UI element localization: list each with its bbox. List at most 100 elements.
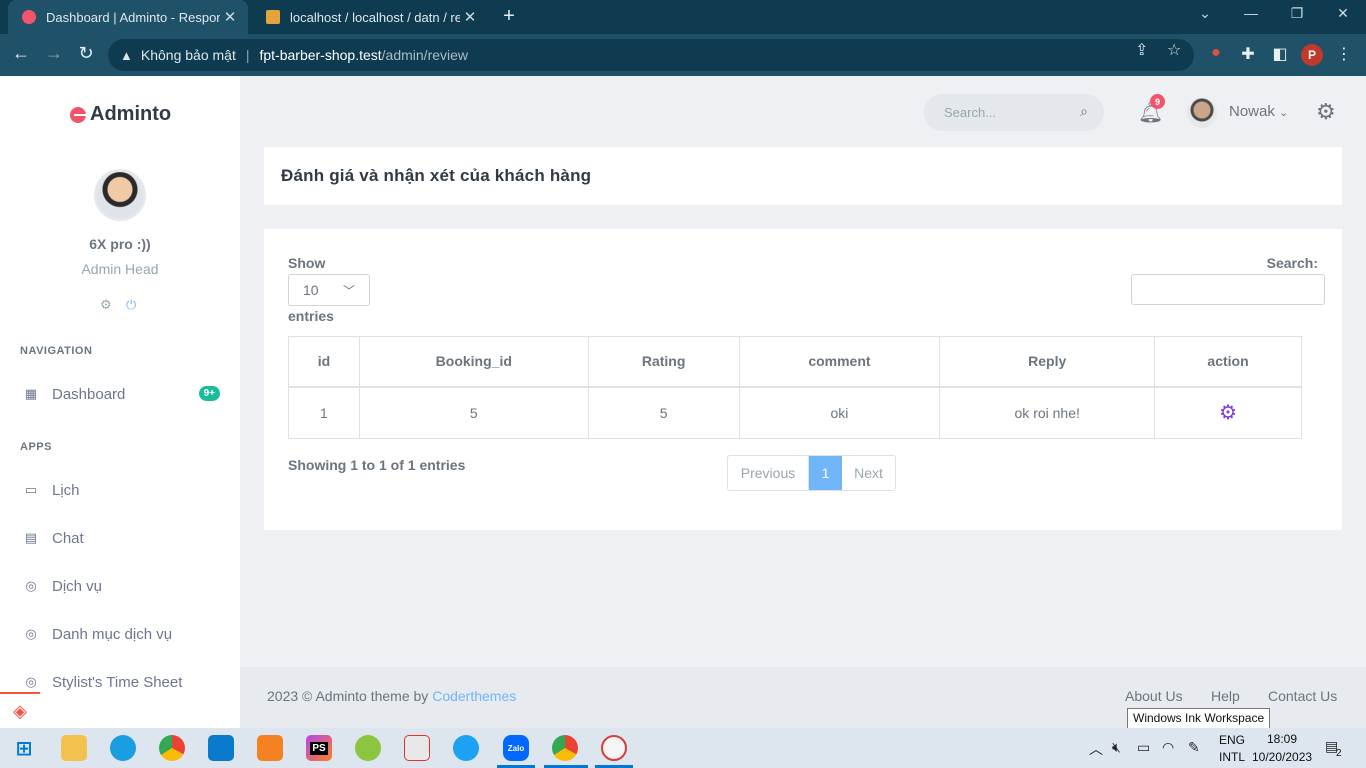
share-icon[interactable]: ⇪: [1135, 40, 1148, 60]
user-role: Admin Head: [81, 261, 159, 277]
windows-taskbar: ⊞ PS Zalo ︿ 🔇︎ ▭ ◠ ✎ ENG INTL 18:09 10/2…: [0, 728, 1366, 768]
browser-toolbar: ← → ↻ ▲ Không bảo mật | fpt-barber-shop.…: [0, 34, 1366, 76]
app-grid-icon[interactable]: [404, 735, 430, 761]
chrome-icon[interactable]: [159, 735, 185, 761]
language-code[interactable]: ENG: [1219, 733, 1245, 747]
table-search-input[interactable]: [1131, 274, 1325, 305]
menu-title-navigation: NAVIGATION: [20, 345, 93, 357]
notification-badge: 9+: [198, 386, 220, 401]
footer-link-help[interactable]: Help: [1211, 688, 1240, 704]
pagination-page-1[interactable]: 1: [809, 456, 842, 490]
cell-comment: oki: [738, 386, 941, 439]
column-header-reply[interactable]: Reply: [939, 336, 1156, 388]
column-header-comment[interactable]: comment: [738, 336, 941, 388]
column-header-action[interactable]: action: [1154, 336, 1302, 388]
entries-per-page-select[interactable]: 10 ﹀: [288, 274, 370, 306]
settings-gear-icon[interactable]: ⚙: [100, 297, 112, 313]
warning-icon: ▲: [120, 47, 133, 63]
settings-gear-icon[interactable]: ⚙: [1316, 99, 1336, 125]
calendar-icon: ▭: [24, 482, 38, 497]
back-icon[interactable]: ←: [8, 43, 34, 64]
vscode-icon[interactable]: [208, 735, 234, 761]
sidebar-item-label: Danh mục dịch vụ: [52, 625, 173, 643]
forward-icon[interactable]: →: [41, 43, 67, 64]
record-extension-icon[interactable]: ●: [1205, 44, 1227, 62]
menu-dots-icon[interactable]: ⋮: [1333, 44, 1355, 64]
file-explorer-icon[interactable]: [61, 735, 87, 761]
phpstorm-icon[interactable]: PS: [306, 735, 332, 761]
sidebar-item-services[interactable]: ◎ Dịch vụ: [20, 572, 230, 600]
pagination-previous[interactable]: Previous: [728, 456, 809, 490]
chrome-profile-icon[interactable]: [552, 735, 578, 761]
broadcast-icon: ◎: [25, 674, 37, 689]
profile-avatar[interactable]: P: [1301, 44, 1323, 66]
page-title: Đánh giá và nhận xét của khách hàng: [281, 166, 592, 185]
chat-icon: ▤: [24, 530, 38, 545]
sidebar-item-service-categories[interactable]: ◎ Danh mục dịch vụ: [20, 620, 230, 648]
edge-icon[interactable]: [110, 735, 136, 761]
tab-dashboard[interactable]: Dashboard | Adminto - Responsi ✕: [8, 0, 248, 34]
snipping-tool-icon[interactable]: [601, 735, 627, 761]
pagination-next[interactable]: Next: [842, 456, 895, 490]
cell-reply: ok roi nhe!: [939, 386, 1156, 439]
sidebar-item-dashboard[interactable]: ▦ Dashboard 9+: [20, 380, 230, 408]
new-tab-icon[interactable]: +: [498, 5, 520, 28]
side-panel-icon[interactable]: ◧: [1269, 44, 1291, 64]
sidebar-item-stylist-timesheet[interactable]: ◎ Stylist's Time Sheet: [20, 668, 230, 696]
wifi-icon[interactable]: ◠: [1162, 739, 1174, 756]
top-search-input[interactable]: Search... ⌕: [924, 94, 1104, 131]
cell-rating: 5: [587, 386, 740, 439]
windows-ink-pen-icon[interactable]: ✎: [1188, 739, 1200, 756]
battery-icon[interactable]: ▭: [1137, 739, 1150, 756]
table-header-row: id Booking_id Rating comment Reply actio…: [288, 336, 1302, 388]
adminto-favicon-icon: [22, 10, 36, 24]
app-blue-icon[interactable]: [453, 735, 479, 761]
clock-time[interactable]: 18:09: [1267, 732, 1297, 746]
keyboard-layout[interactable]: INTL: [1219, 750, 1245, 764]
cell-booking-id: 5: [358, 386, 589, 439]
tooltip: Windows Ink Workspace: [1127, 708, 1271, 729]
search-placeholder: Search...: [944, 105, 997, 120]
tab-phpmyadmin[interactable]: localhost / localhost / datn / rev ✕: [252, 0, 488, 34]
footer-link-contact[interactable]: Contact Us: [1268, 688, 1337, 704]
sidebar-item-chat[interactable]: ▤ Chat: [20, 524, 230, 552]
search-icon[interactable]: ⌕: [1080, 103, 1088, 120]
column-header-id[interactable]: id: [288, 336, 360, 388]
bookmark-star-icon[interactable]: ☆: [1167, 40, 1181, 60]
sidebar-item-calendar[interactable]: ▭ Lịch: [20, 476, 230, 504]
tab-search-icon[interactable]: ⌄: [1182, 5, 1228, 22]
sidebar-item-label: Chat: [52, 529, 84, 547]
zalo-icon[interactable]: Zalo: [503, 735, 529, 761]
extensions-puzzle-icon[interactable]: ✚: [1237, 44, 1259, 64]
user-name[interactable]: 6X pro :)): [0, 236, 240, 252]
chevron-down-icon: ﹀: [342, 284, 355, 298]
laravel-debugbar-icon[interactable]: ◈: [0, 692, 40, 728]
column-header-booking-id[interactable]: Booking_id: [358, 336, 589, 388]
power-icon[interactable]: ⏻: [126, 297, 136, 313]
reload-icon[interactable]: ↻: [73, 43, 99, 64]
security-label[interactable]: Không bảo mật: [141, 47, 236, 63]
column-header-rating[interactable]: Rating: [587, 336, 740, 388]
close-tab-icon[interactable]: ✕: [460, 8, 480, 26]
show-hidden-icons-chevron-icon[interactable]: ︿: [1089, 739, 1103, 759]
phpmyadmin-favicon-icon: [266, 10, 280, 24]
footer-link-about[interactable]: About Us: [1125, 688, 1183, 704]
restore-icon[interactable]: ❐: [1274, 5, 1320, 22]
sidebar-item-label: Dashboard: [52, 385, 126, 403]
app-green-icon[interactable]: [355, 735, 381, 761]
windows-start-icon[interactable]: ⊞: [11, 735, 37, 761]
brand-logo[interactable]: Adminto: [70, 103, 171, 126]
coderthemes-link[interactable]: Coderthemes: [432, 688, 516, 704]
xampp-icon[interactable]: [257, 735, 283, 761]
close-tab-icon[interactable]: ✕: [220, 8, 240, 26]
address-bar[interactable]: ▲ Không bảo mật | fpt-barber-shop.test/a…: [108, 39, 1194, 71]
sidebar-item-label: Dịch vụ: [52, 577, 103, 595]
volume-muted-icon[interactable]: 🔇︎: [1112, 739, 1121, 756]
top-user-menu[interactable]: Nowak ⌄: [1229, 103, 1288, 120]
clock-date[interactable]: 10/20/2023: [1252, 750, 1312, 764]
reply-action-gear-icon[interactable]: ⚙: [1219, 402, 1237, 424]
top-user-avatar[interactable]: [1187, 98, 1217, 128]
close-window-icon[interactable]: ✕: [1320, 5, 1366, 22]
entries-value: 10: [303, 282, 319, 298]
minimize-icon[interactable]: —: [1228, 5, 1274, 21]
